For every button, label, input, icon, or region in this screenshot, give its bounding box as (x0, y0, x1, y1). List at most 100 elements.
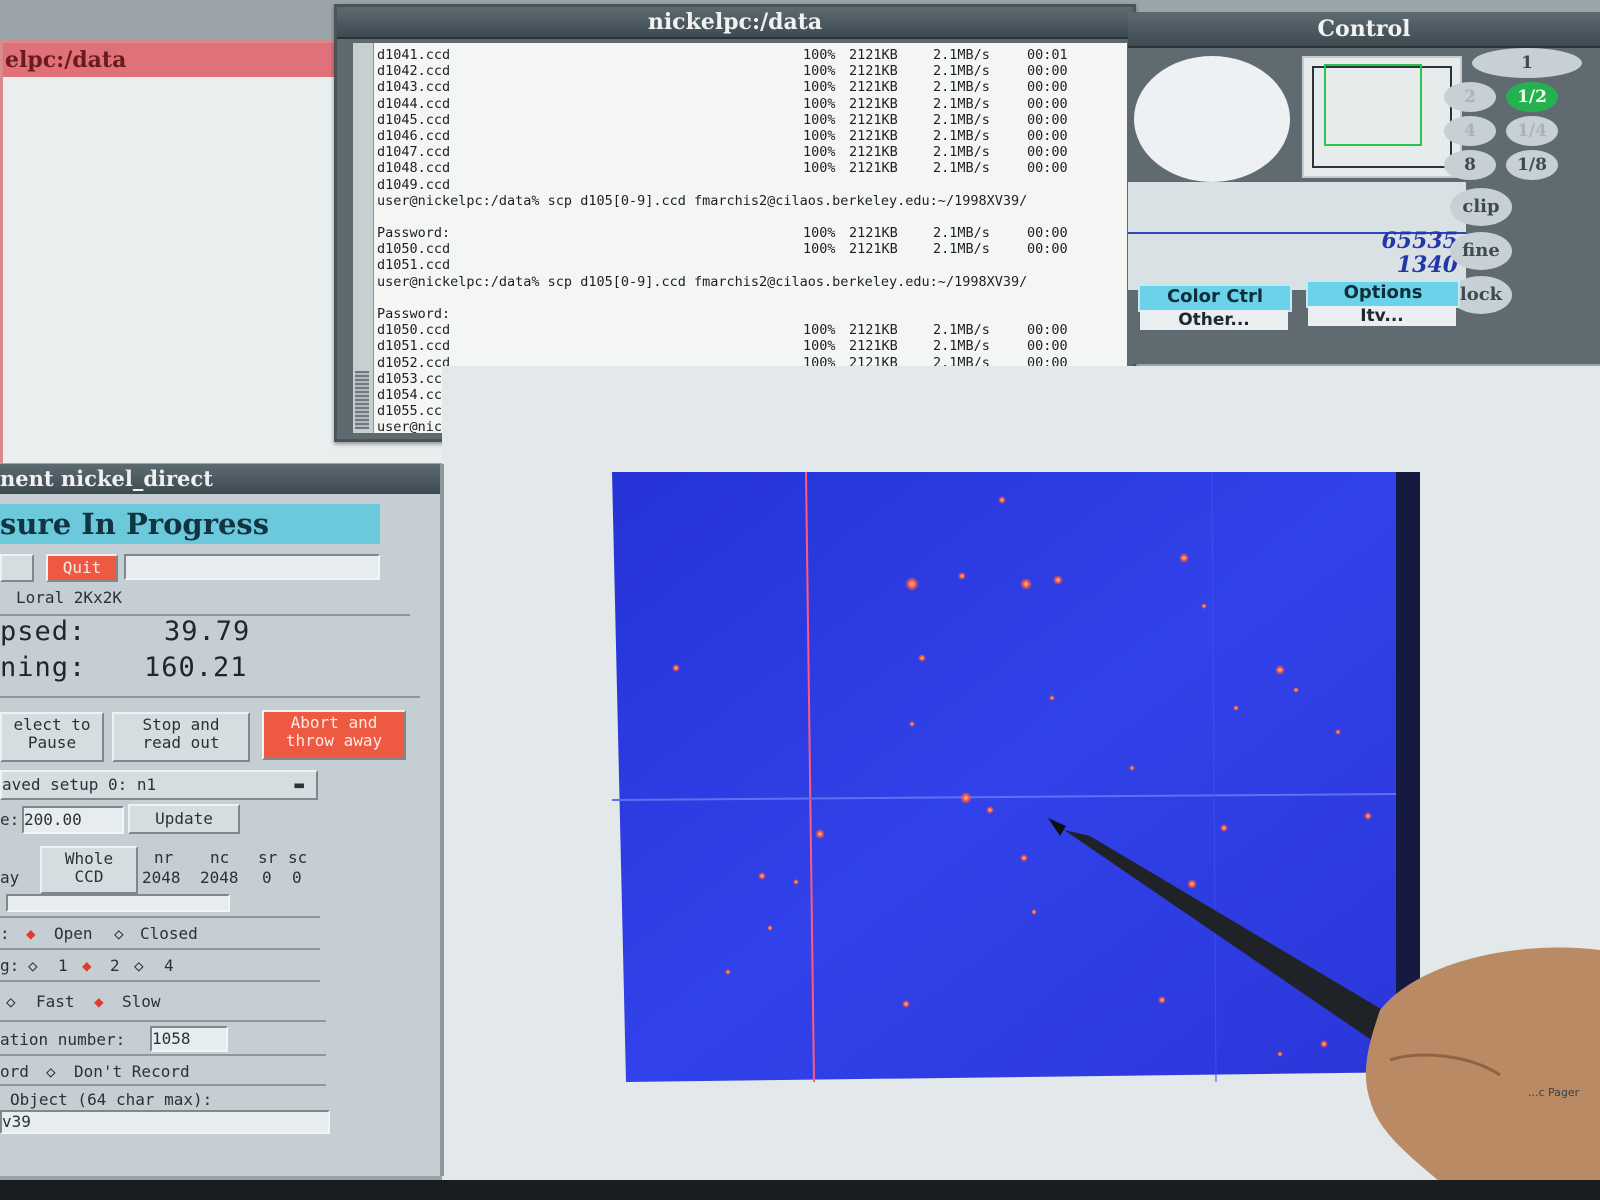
terminal-file: d1048.ccd (377, 160, 451, 177)
control-panel: Control 65535 1340 1 2 1/2 4 1/4 8 1/8 c… (1128, 12, 1600, 364)
nr-value[interactable]: 2048 (142, 868, 181, 887)
terminal-line: d1050.ccd 100% 2121KB 2.1MB/s 00:00 (377, 322, 1123, 338)
message-field (124, 554, 380, 580)
clip-button[interactable]: clip (1450, 188, 1512, 226)
terminal-size: 2121KB (849, 144, 898, 161)
terminal-rate: 2.1MB/s (933, 225, 990, 242)
observation-number-input[interactable]: 1058 (150, 1026, 228, 1052)
bin-2-label[interactable]: 2 (110, 956, 120, 975)
terminal-pct: 100% (803, 338, 836, 355)
slow-label[interactable]: Slow (122, 992, 161, 1011)
panner-view-rectangle[interactable] (1324, 64, 1422, 146)
terminal-time: 00:00 (1027, 322, 1068, 339)
elapsed-value: 39.79 (164, 616, 251, 647)
sr-value[interactable]: 0 (262, 868, 272, 887)
panner-widget[interactable] (1302, 56, 1462, 178)
slow-radio-icon[interactable]: ◆ (94, 992, 104, 1011)
terminal-file: d1044.ccd (377, 95, 451, 112)
ccd-image-frame[interactable] (611, 462, 1442, 1086)
bin-4-radio-icon[interactable]: ◇ (134, 956, 144, 975)
region-slider[interactable] (6, 894, 230, 912)
control-title: Control (1128, 12, 1600, 48)
update-button[interactable]: Update (128, 804, 240, 834)
stop-label-line1: Stop and (142, 715, 220, 734)
terminal-pct: 100% (803, 63, 836, 80)
zoom-quarter-button[interactable]: 1/4 (1506, 116, 1558, 146)
zoom-8-button[interactable]: 8 (1444, 150, 1496, 180)
terminal-pct: 100% (803, 95, 836, 112)
bin-1-radio-icon[interactable]: ◇ (28, 956, 38, 975)
star (1049, 695, 1055, 701)
select-to-pause-button[interactable]: elect to Pause (0, 712, 104, 762)
terminal-file: user@nickelpc:/data% scp d105[0-9].ccd f… (377, 273, 1028, 290)
terminal-size: 2121KB (849, 47, 898, 63)
shutter-closed-radio-icon[interactable]: ◇ (114, 924, 124, 943)
terminal-file: d1043.ccd (377, 79, 451, 96)
record-label[interactable]: ord (0, 1062, 29, 1081)
zoom-eighth-button[interactable]: 1/8 (1506, 150, 1558, 180)
zoom-1-button[interactable]: 1 (1472, 48, 1582, 78)
bin-2-radio-icon[interactable]: ◆ (82, 956, 92, 975)
pan-circle-widget[interactable] (1134, 56, 1290, 182)
star (1129, 765, 1135, 771)
terminal-time: 00:00 (1027, 127, 1068, 144)
nc-value[interactable]: 2048 (200, 868, 239, 887)
fast-label[interactable]: Fast (36, 992, 75, 1011)
terminal-rate: 2.1MB/s (933, 47, 990, 63)
options-button[interactable]: Options (1306, 280, 1460, 308)
star (986, 806, 994, 814)
itv-button[interactable]: Itv... (1308, 306, 1456, 326)
terminal-rate: 2.1MB/s (933, 160, 990, 177)
abort-and-throw-away-button[interactable]: Abort and throw away (262, 710, 406, 760)
separator (0, 916, 320, 918)
star (672, 664, 680, 672)
terminal-scroll-thumb[interactable] (355, 371, 369, 429)
terminal-rate: 2.1MB/s (933, 111, 990, 128)
terminal-line: user@nickelpc:/data% scp d105[0-9].ccd f… (377, 193, 1123, 209)
star (1020, 854, 1028, 862)
stop-and-read-out-button[interactable]: Stop and read out (112, 712, 250, 762)
shutter-closed-label[interactable]: Closed (140, 924, 198, 943)
terminal-pct: 100% (803, 241, 836, 258)
bin-4-label[interactable]: 4 (164, 956, 174, 975)
star (1293, 687, 1299, 693)
zoom-4-button[interactable]: 4 (1444, 116, 1496, 146)
terminal-file: Password: (377, 306, 451, 322)
terminal-line: d1042.ccd 100% 2121KB 2.1MB/s 00:00 (377, 63, 1123, 79)
fast-radio-icon[interactable]: ◇ (6, 992, 16, 1011)
bin-1-label[interactable]: 1 (58, 956, 68, 975)
shutter-open-label[interactable]: Open (54, 924, 93, 943)
terminal-title[interactable]: nickelpc:/data (337, 7, 1133, 39)
fine-button[interactable]: fine (1450, 232, 1512, 270)
terminal-line: d1049.ccd (377, 177, 1123, 193)
terminal-rate: 2.1MB/s (933, 63, 990, 80)
ccd-image[interactable] (611, 462, 1442, 1083)
terminal-line: d1051.ccd (377, 257, 1123, 273)
terminal-file: d1045.ccd (377, 111, 451, 128)
color-ctrl-button[interactable]: Color Ctrl (1138, 284, 1292, 312)
instrument-title[interactable]: nent nickel_direct (0, 464, 440, 494)
terminal-file: d1053.ccd (377, 370, 451, 387)
ccd-overscan-strip (1396, 462, 1420, 1072)
dont-record-radio-icon[interactable]: ◇ (46, 1062, 56, 1081)
object-name-input[interactable]: v39 (0, 1110, 330, 1134)
left-cut-button[interactable] (0, 554, 34, 582)
terminal-time: 00:00 (1027, 225, 1068, 242)
quit-button[interactable]: Quit (46, 554, 118, 582)
star (1031, 909, 1037, 915)
exposure-time-input[interactable]: 200.00 (22, 806, 124, 834)
shutter-open-radio-icon[interactable]: ◆ (26, 924, 36, 943)
zoom-2-button[interactable]: 2 (1444, 82, 1496, 112)
sc-value[interactable]: 0 (292, 868, 302, 887)
zoom-half-button[interactable]: 1/2 (1506, 82, 1558, 112)
saved-setup-menu[interactable]: aved setup 0: n1 ▬ (0, 770, 318, 800)
color-other-button[interactable]: Other... (1140, 310, 1288, 330)
elapsed-label: psed: (0, 616, 87, 647)
star (905, 577, 919, 591)
max-value-readout: 65535 (1381, 228, 1458, 254)
dont-record-label[interactable]: Don't Record (74, 1062, 190, 1081)
whole-ccd-button[interactable]: Whole CCD (40, 846, 138, 894)
terminal-scrollbar[interactable] (353, 43, 374, 433)
terminal-pct: 100% (803, 160, 836, 177)
star (902, 1000, 910, 1008)
